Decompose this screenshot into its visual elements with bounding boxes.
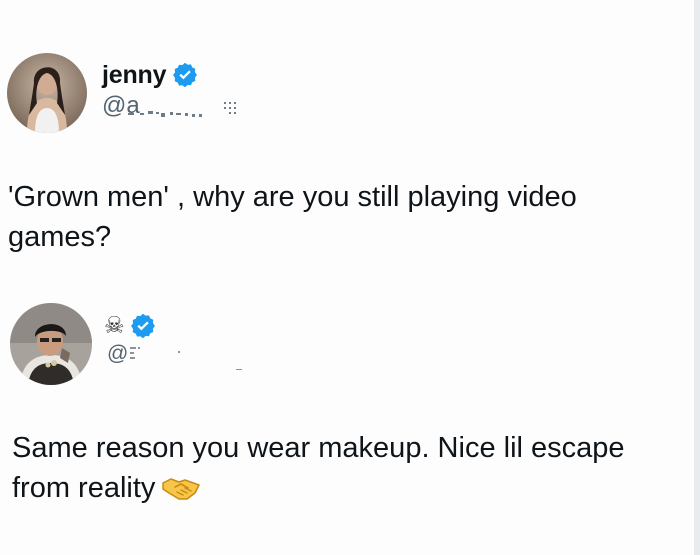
post-1-display-name[interactable]: jenny	[102, 60, 166, 90]
verified-badge-icon	[129, 312, 157, 340]
post-2-text: Same reason you wear makeup. Nice lil es…	[12, 428, 682, 514]
post-2-display-name[interactable]: ☠	[104, 312, 125, 340]
post-1-name-row: jenny	[102, 60, 199, 90]
redaction-mark	[130, 347, 242, 370]
post-1-handle[interactable]: @a	[102, 92, 140, 120]
user-avatar-icon	[10, 303, 92, 385]
post-2-handle[interactable]: @	[107, 340, 128, 368]
post-1-avatar[interactable]	[7, 53, 87, 133]
post-2-text-content: Same reason you wear makeup. Nice lil es…	[12, 432, 625, 504]
window-edge	[694, 0, 700, 555]
post-2-name-row: ☠	[104, 312, 157, 340]
redaction-mark	[128, 102, 236, 117]
user-avatar-icon	[7, 53, 87, 133]
handshake-icon	[161, 474, 201, 514]
post-2-avatar[interactable]	[10, 303, 92, 385]
verified-badge-icon	[171, 61, 199, 89]
post-1-text: 'Grown men' , why are you still playing …	[8, 181, 577, 253]
screenshot-canvas: jenny @a 'Grown men' , why are you still…	[0, 0, 700, 555]
